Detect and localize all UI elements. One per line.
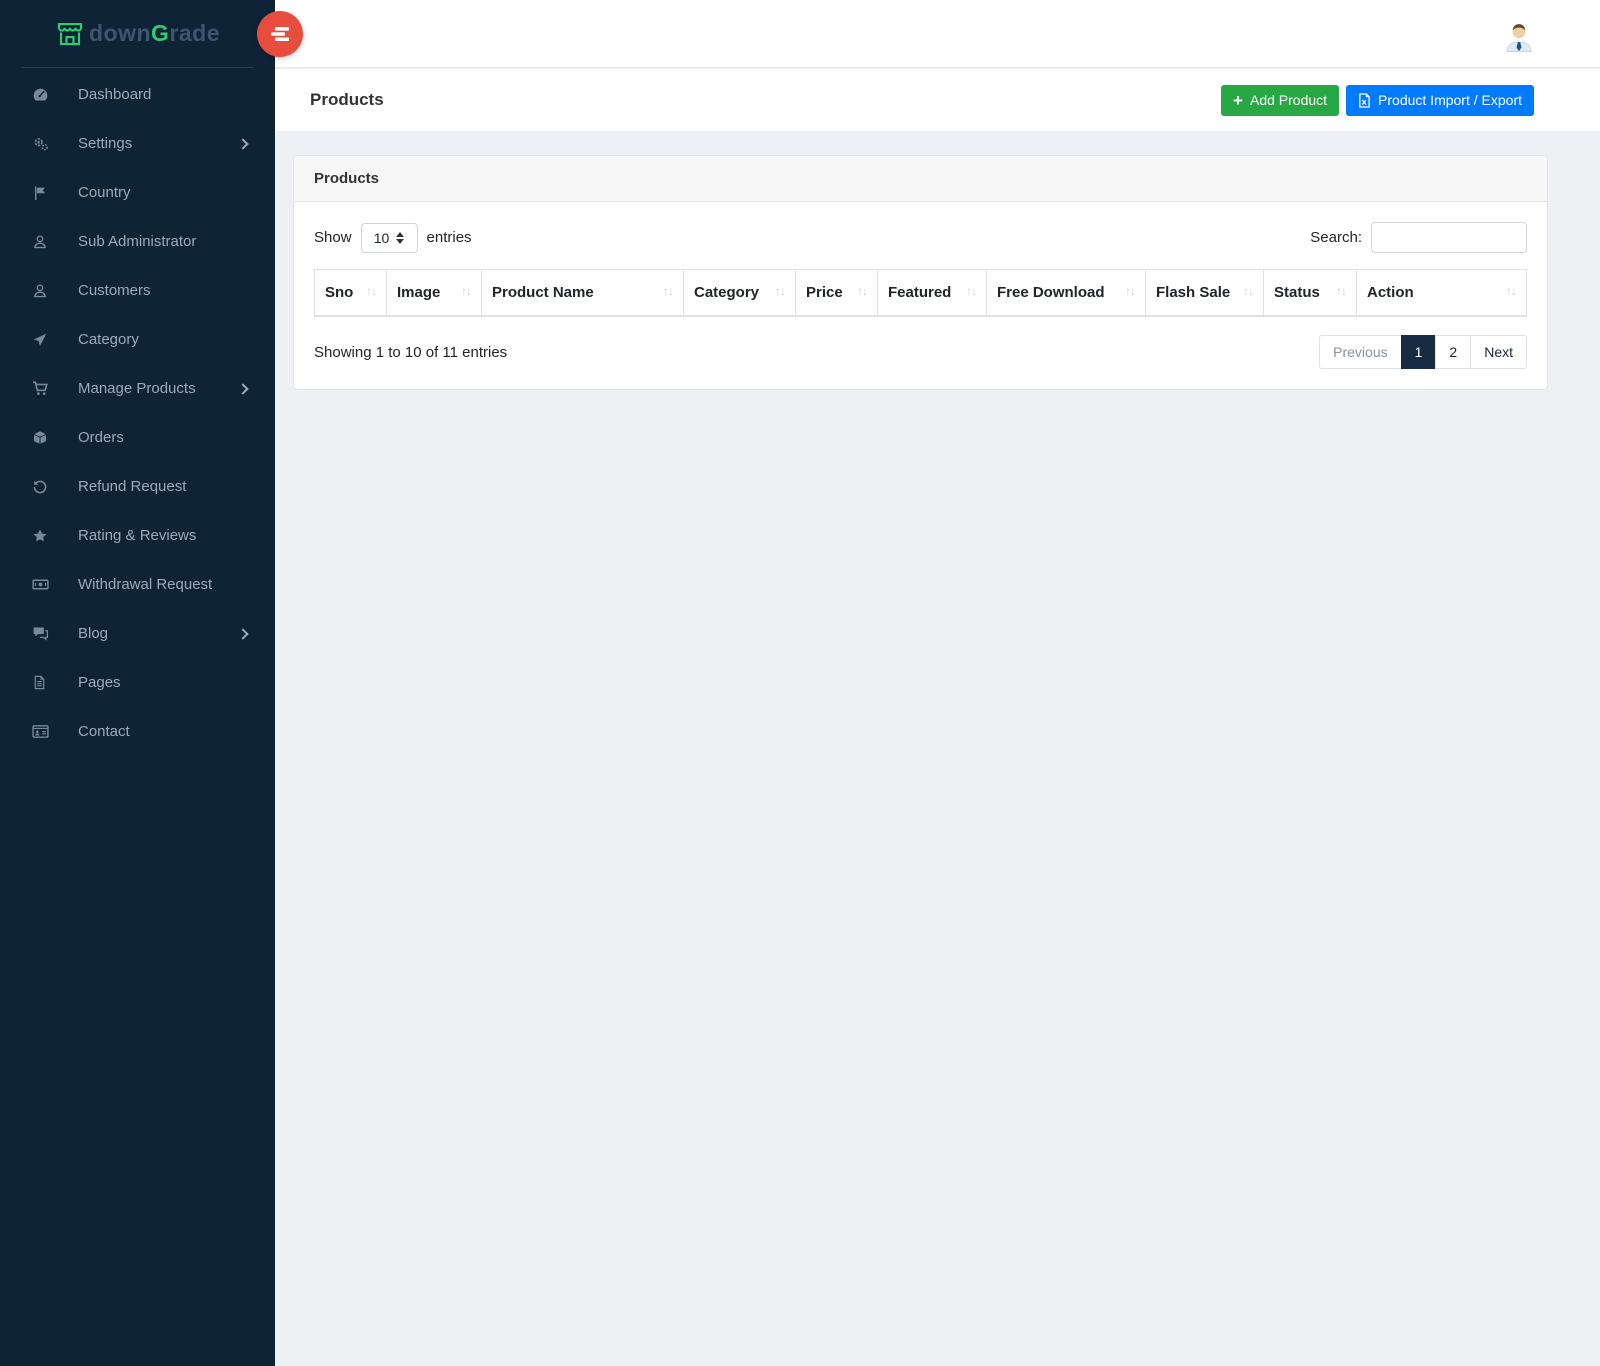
pagination-page-2[interactable]: 2 — [1435, 335, 1471, 369]
sidebar-item-settings[interactable]: Settings — [0, 119, 275, 168]
cart-icon — [32, 380, 52, 397]
sort-arrows-icon: ↑↓ — [1125, 284, 1135, 298]
sidebar-item-label: Pages — [78, 674, 249, 691]
sidebar-item-dashboard[interactable]: Dashboard — [0, 70, 275, 119]
column-header-product-name[interactable]: Product Name↑↓ — [482, 270, 684, 317]
sidebar-item-manage-products[interactable]: Manage Products — [0, 364, 275, 413]
sidebar-item-label: Rating & Reviews — [78, 527, 249, 544]
column-header-status[interactable]: Status↑↓ — [1264, 270, 1357, 317]
sidebar-item-label: Category — [78, 331, 249, 348]
undo-icon — [32, 479, 52, 495]
sidebar-item-label: Settings — [78, 135, 239, 152]
sidebar-toggle-button[interactable] — [257, 11, 303, 57]
sort-arrows-icon: ↑↓ — [1336, 284, 1346, 298]
page-header: Products + Add Product Product Import / … — [275, 69, 1600, 132]
topbar — [275, 0, 1600, 68]
table-header-row: Sno↑↓Image↑↓Product Name↑↓Category↑↓Pric… — [315, 270, 1527, 317]
sidebar-item-blog[interactable]: Blog — [0, 609, 275, 658]
sort-arrows-icon: ↑↓ — [966, 284, 976, 298]
column-header-image[interactable]: Image↑↓ — [387, 270, 482, 317]
search-label: Search: — [1310, 229, 1362, 246]
sidebar-menu: Dashboard Settings Country Sub Administrato… — [0, 68, 275, 756]
star-icon — [32, 528, 52, 544]
column-header-featured[interactable]: Featured↑↓ — [878, 270, 987, 317]
plus-icon: + — [1233, 92, 1243, 109]
file-icon — [32, 675, 52, 690]
sidebar-item-label: Dashboard — [78, 86, 249, 103]
sidebar: downGrade Dashboard Settings Country Sub Ad… — [0, 0, 275, 1366]
search-input[interactable] — [1371, 222, 1527, 253]
chevron-right-icon — [237, 383, 248, 394]
sort-arrows-icon: ↑↓ — [775, 284, 785, 298]
menu-stream-icon — [270, 26, 290, 42]
user-icon — [32, 234, 52, 250]
sort-arrows-icon: ↑↓ — [366, 284, 376, 298]
flag-icon — [32, 185, 52, 201]
column-header-price[interactable]: Price↑↓ — [796, 270, 878, 317]
column-header-action[interactable]: Action↑↓ — [1357, 270, 1527, 317]
add-product-button[interactable]: + Add Product — [1221, 85, 1339, 116]
chevron-right-icon — [237, 138, 248, 149]
products-table: Sno↑↓Image↑↓Product Name↑↓Category↑↓Pric… — [314, 269, 1527, 317]
sidebar-item-label: Refund Request — [78, 478, 249, 495]
sidebar-item-refund-request[interactable]: Refund Request — [0, 462, 275, 511]
sort-arrows-icon: ↑↓ — [1243, 284, 1253, 298]
pagination-next[interactable]: Next — [1470, 335, 1527, 369]
column-header-sno[interactable]: Sno↑↓ — [315, 270, 387, 317]
sidebar-item-label: Sub Administrator — [78, 233, 249, 250]
sidebar-item-pages[interactable]: Pages — [0, 658, 275, 707]
send-icon — [32, 332, 52, 348]
sort-arrows-icon: ↑↓ — [663, 284, 673, 298]
sidebar-item-withdrawal-request[interactable]: Withdrawal Request — [0, 560, 275, 609]
sidebar-item-category[interactable]: Category — [0, 315, 275, 364]
brand-name: downGrade — [89, 20, 220, 47]
pagination-page-1[interactable]: 1 — [1401, 335, 1437, 369]
entries-label: entries — [427, 229, 472, 246]
sort-arrows-icon: ↑↓ — [857, 284, 867, 298]
sidebar-item-label: Withdrawal Request — [78, 576, 249, 593]
storefront-icon — [55, 19, 85, 49]
sidebar-item-contact[interactable]: Contact — [0, 707, 275, 756]
card-title: Products — [294, 156, 1547, 202]
sidebar-item-label: Manage Products — [78, 380, 239, 397]
pagination-previous[interactable]: Previous — [1319, 335, 1401, 369]
entries-summary: Showing 1 to 10 of 11 entries — [314, 344, 507, 361]
column-header-flash-sale[interactable]: Flash Sale↑↓ — [1146, 270, 1264, 317]
sidebar-item-label: Blog — [78, 625, 239, 642]
gears-icon — [32, 135, 52, 152]
sidebar-item-label: Customers — [78, 282, 249, 299]
product-import-export-button[interactable]: Product Import / Export — [1346, 85, 1534, 116]
sidebar-item-rating-reviews[interactable]: Rating & Reviews — [0, 511, 275, 560]
comments-icon — [32, 625, 52, 642]
money-icon — [32, 576, 52, 593]
sidebar-item-label: Contact — [78, 723, 249, 740]
sort-arrows-icon: ↑↓ — [1506, 284, 1516, 298]
user-icon — [32, 283, 52, 299]
id-card-icon — [32, 723, 52, 740]
page-size-select[interactable]: 10 — [361, 223, 418, 253]
select-arrows-icon — [396, 232, 404, 244]
user-avatar[interactable] — [1501, 19, 1537, 55]
sidebar-item-label: Orders — [78, 429, 249, 446]
show-label: Show — [314, 229, 352, 246]
sidebar-item-customers[interactable]: Customers — [0, 266, 275, 315]
products-card: Products Show 10 entries Search: — [293, 155, 1548, 390]
sidebar-item-orders[interactable]: Orders — [0, 413, 275, 462]
sidebar-item-label: Country — [78, 184, 249, 201]
pagination: Previous12Next — [1320, 335, 1527, 369]
brand-logo[interactable]: downGrade — [22, 0, 253, 68]
dashboard-icon — [32, 86, 52, 103]
sidebar-item-sub-administrator[interactable]: Sub Administrator — [0, 217, 275, 266]
sidebar-item-country[interactable]: Country — [0, 168, 275, 217]
sort-arrows-icon: ↑↓ — [461, 284, 471, 298]
page-title: Products — [310, 90, 1221, 110]
chevron-right-icon — [237, 628, 248, 639]
excel-file-icon — [1358, 93, 1371, 108]
cube-icon — [32, 430, 52, 446]
column-header-category[interactable]: Category↑↓ — [684, 270, 796, 317]
column-header-free-download[interactable]: Free Download↑↓ — [987, 270, 1146, 317]
